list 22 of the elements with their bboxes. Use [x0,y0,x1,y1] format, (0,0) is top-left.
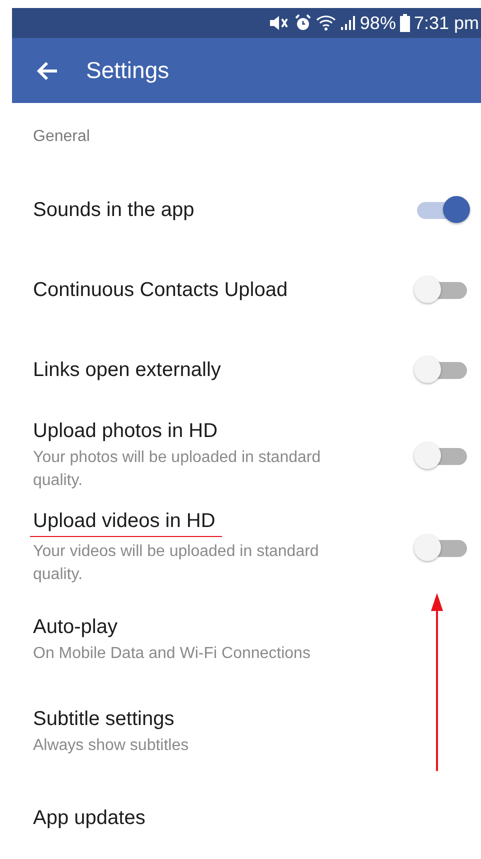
setting-description: Your videos will be uploaded in standard quality. [33,542,320,585]
section-header: General [33,128,90,146]
setting-title[interactable]: Upload photos in HD [33,420,358,443]
setting-title[interactable]: Continuous Contacts Upload [33,278,288,302]
mute-icon [268,14,290,32]
screen-title: Settings [86,57,170,84]
back-arrow-icon[interactable] [36,60,58,80]
setting-title[interactable]: Sounds in the app [33,198,194,222]
setting-title[interactable]: Auto-play [33,616,358,638]
signal-icon [340,15,356,31]
battery-icon [400,14,410,32]
setting-title[interactable]: Links open externally [33,358,221,382]
alarm-icon [294,14,312,32]
clock-time: 7:31 pm [414,12,479,34]
setting-title[interactable]: Upload videos in HD [33,510,358,533]
setting-description: Always show subtitles [33,736,190,756]
wifi-icon [316,15,336,31]
setting-title[interactable]: Subtitle settings [33,708,358,730]
battery-percent: 98% [360,12,396,34]
setting-description: On Mobile Data and Wi-Fi Connections [33,644,312,664]
setting-title[interactable]: App updates [33,806,146,830]
setting-description: Your photos will be uploaded in standard quality. [33,448,322,491]
